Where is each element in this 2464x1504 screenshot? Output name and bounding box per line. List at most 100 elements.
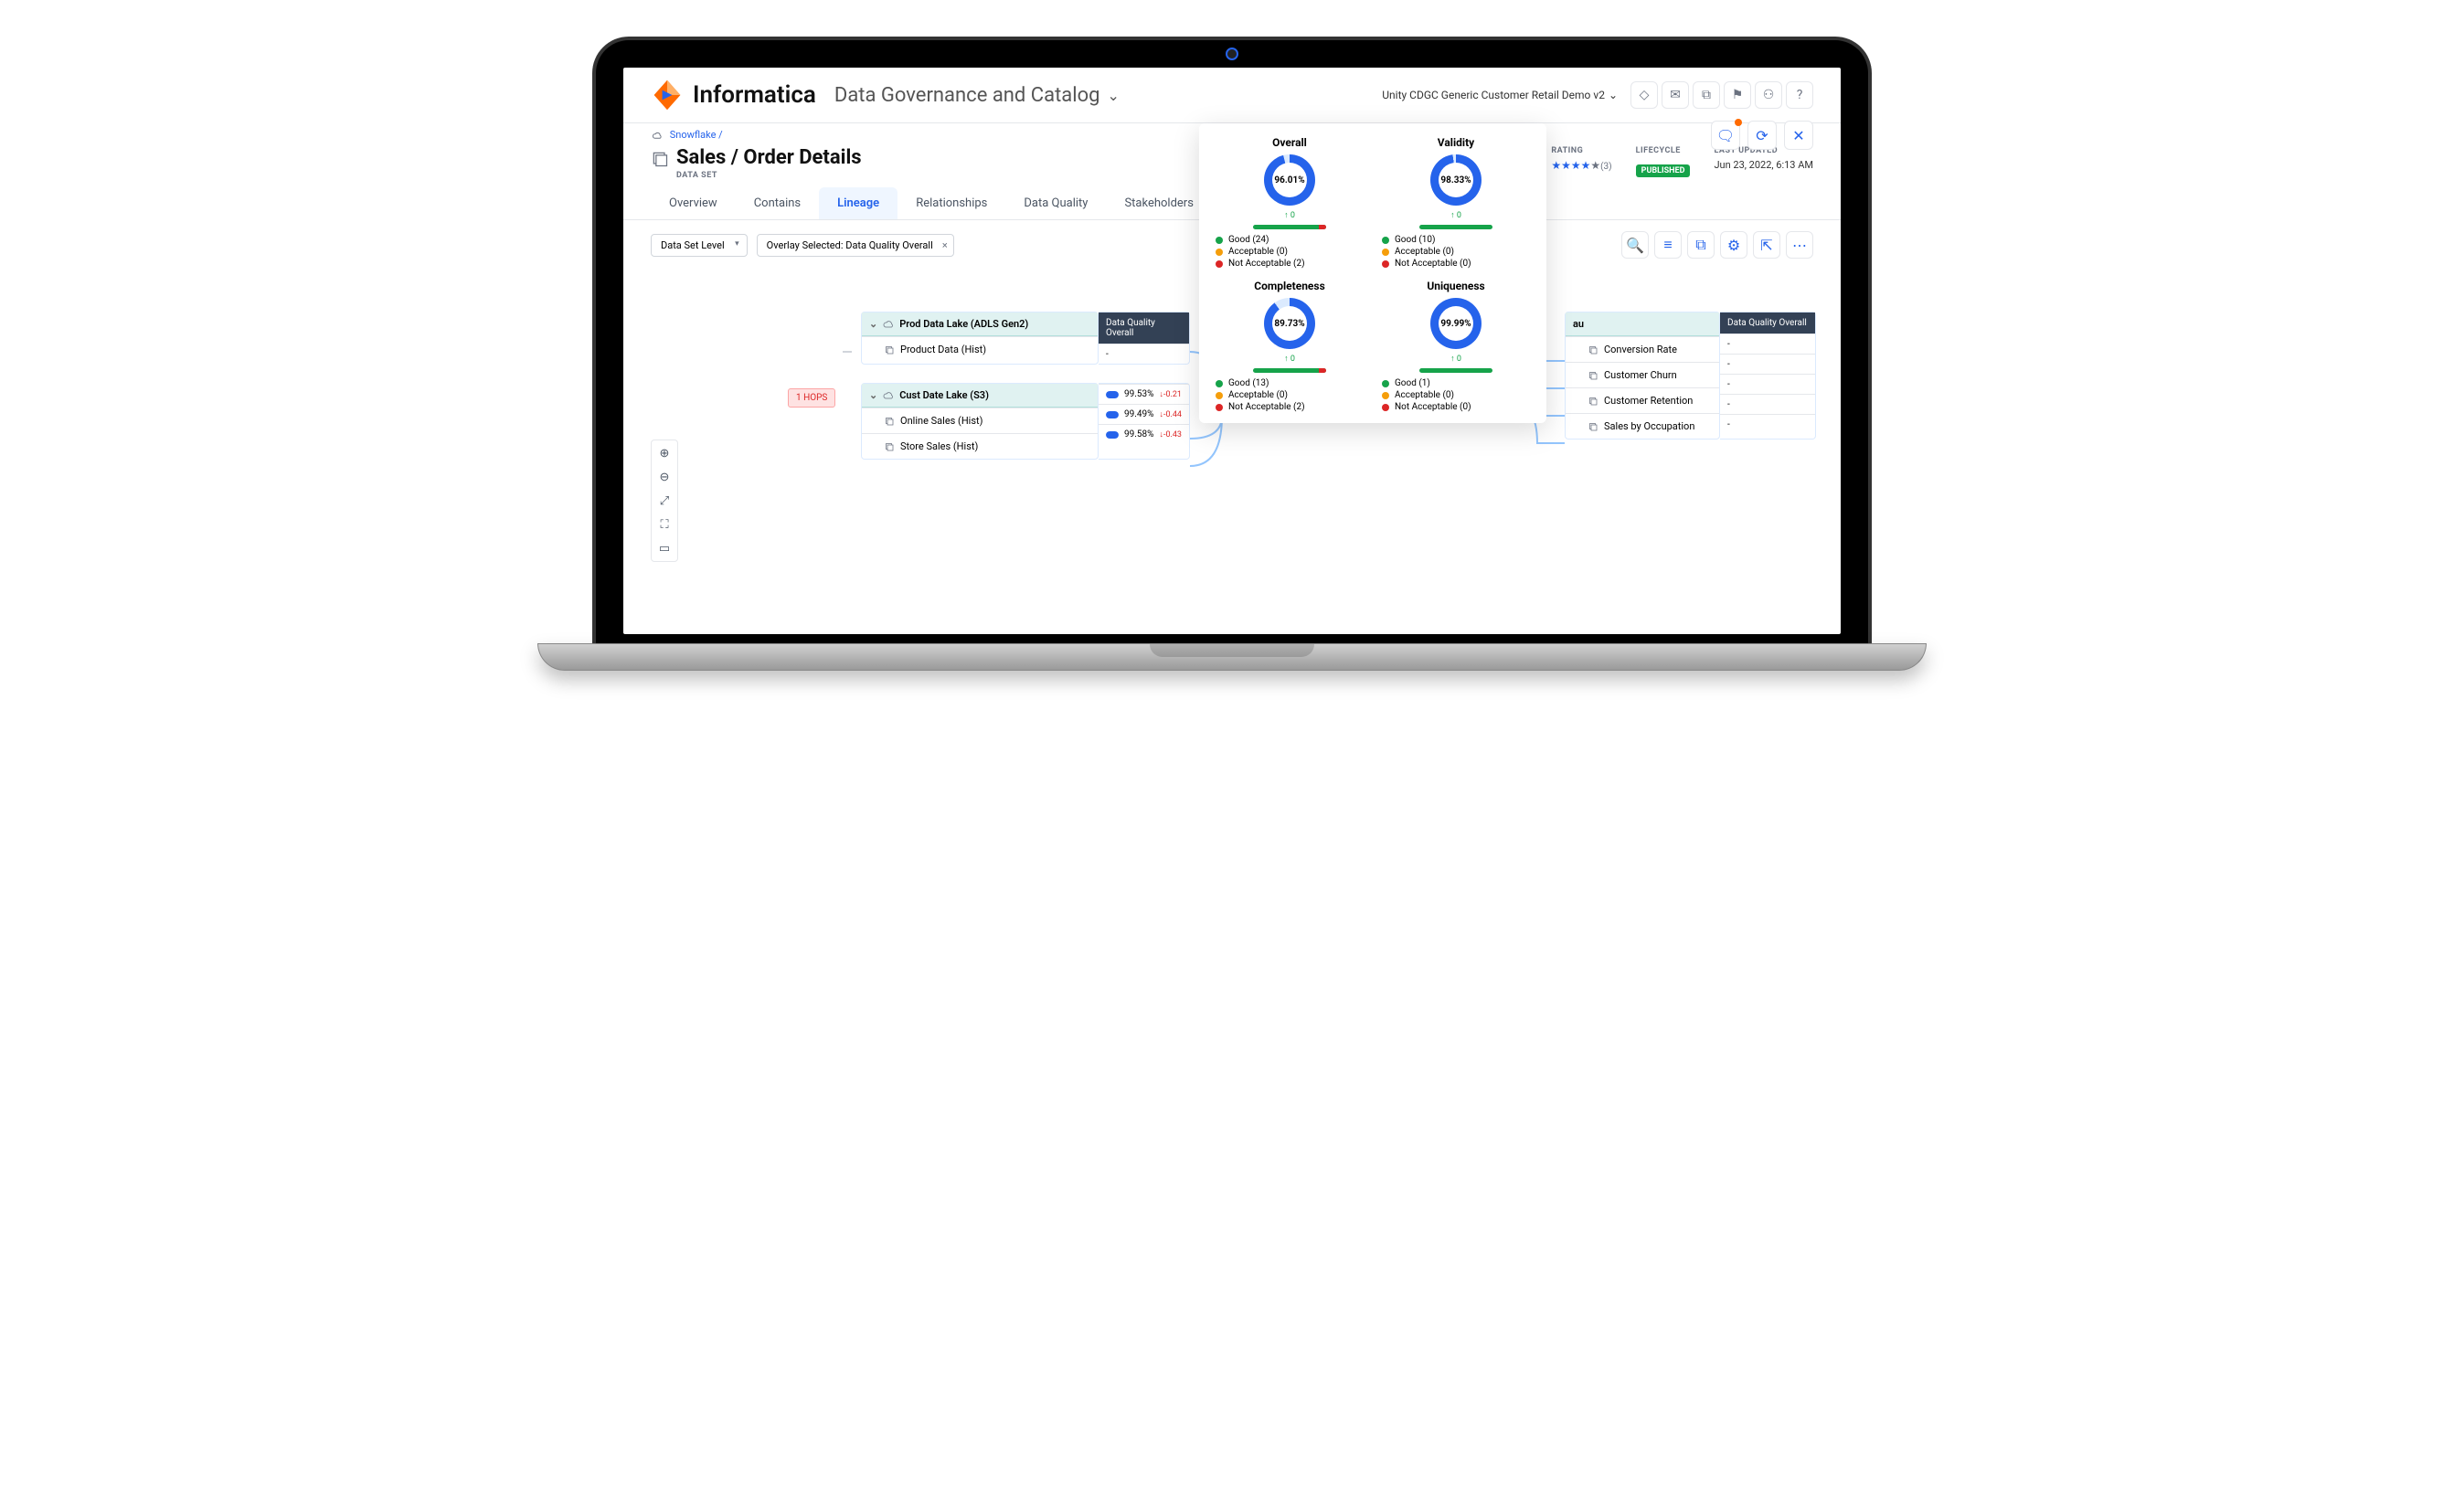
close-button[interactable]: ✕ bbox=[1784, 121, 1813, 150]
metric-bar bbox=[1419, 368, 1492, 373]
dq-metric-overall: Overall 96.01% ↑ 0 Good (24)Acceptable (0)N… bbox=[1216, 136, 1364, 270]
lineage-canvas[interactable]: 1 HOPS ⌄ Prod Data Lake (ADLS Gen2) bbox=[623, 270, 1841, 562]
minimap-button[interactable]: ▭ bbox=[653, 537, 675, 559]
dq-column-header: Data Quality Overall bbox=[1099, 312, 1189, 344]
laptop-base bbox=[537, 643, 1927, 671]
dq-cell: - bbox=[1720, 414, 1815, 434]
dq-metric-validity: Validity98.33%↑ 0Good (10)Acceptable (0)… bbox=[1382, 136, 1530, 270]
tab-overview[interactable]: Overview bbox=[651, 187, 736, 219]
tab-relationships[interactable]: Relationships bbox=[897, 187, 1005, 219]
dataset-icon bbox=[884, 344, 895, 355]
metric-legend: Good (24)Acceptable (0)Not Acceptable (2… bbox=[1216, 235, 1364, 269]
zoom-controls: ⊕ ⊖ ⤢ ⛶ ▭ bbox=[651, 440, 678, 562]
lineage-node[interactable]: Online Sales (Hist) bbox=[862, 408, 1098, 433]
dq-cell: - bbox=[1720, 394, 1815, 414]
cloud-icon bbox=[883, 319, 894, 330]
context-selector[interactable]: Unity CDGC Generic Customer Retail Demo … bbox=[1382, 89, 1618, 101]
refresh-button[interactable]: ⟳ bbox=[1747, 121, 1777, 150]
metric-trend: ↑ 0 bbox=[1216, 210, 1364, 220]
copy-icon[interactable]: ⧉ bbox=[1693, 81, 1720, 109]
metric-legend: Good (10)Acceptable (0)Not Acceptable (0… bbox=[1382, 235, 1530, 269]
user-icon[interactable]: ⚇ bbox=[1755, 81, 1782, 109]
asset-type-label: DATA SET bbox=[676, 171, 862, 180]
data-quality-popover: Overall 96.01% ↑ 0 Good (24)Acceptable (0)N… bbox=[1199, 123, 1546, 423]
last-updated-block: LAST UPDATED Jun 23, 2022, 6:13 AM bbox=[1714, 146, 1813, 171]
help-icon[interactable]: ? bbox=[1786, 81, 1813, 109]
lineage-node[interactable]: Store Sales (Hist) bbox=[862, 433, 1098, 459]
fullscreen-button[interactable]: ⛶ bbox=[653, 514, 675, 535]
cloud-icon bbox=[883, 390, 894, 401]
group-header[interactable]: au bbox=[1566, 312, 1719, 336]
lineage-group-tableau: au Conversion Rate Customer Churn Custom… bbox=[1565, 312, 1816, 449]
dataset-icon bbox=[651, 150, 669, 168]
metric-title: Completeness bbox=[1216, 280, 1364, 292]
laptop-camera bbox=[1226, 48, 1238, 60]
group-header[interactable]: ⌄ Cust Date Lake (S3) bbox=[862, 384, 1098, 408]
comments-button[interactable]: 🗨 bbox=[1711, 121, 1740, 150]
overlay-chip[interactable]: Overlay Selected: Data Quality Overall× bbox=[757, 234, 954, 257]
dataset-icon bbox=[1588, 421, 1598, 432]
tab-lineage[interactable]: Lineage bbox=[819, 187, 897, 219]
settings-button[interactable]: ⚙ bbox=[1720, 231, 1747, 259]
module-switcher[interactable]: ⌄ bbox=[1108, 87, 1120, 104]
zoom-in-button[interactable]: ⊕ bbox=[653, 442, 675, 464]
tab-stakeholders[interactable]: Stakeholders bbox=[1106, 187, 1211, 219]
metric-title: Overall bbox=[1216, 136, 1364, 149]
export-button[interactable]: ⇱ bbox=[1753, 231, 1780, 259]
lineage-node[interactable]: Product Data (Hist) bbox=[862, 336, 1098, 362]
metric-bar bbox=[1253, 225, 1326, 229]
lineage-node[interactable]: Sales by Occupation bbox=[1566, 413, 1719, 439]
tab-data-quality[interactable]: Data Quality bbox=[1005, 187, 1106, 219]
brand-logo[interactable]: Informatica bbox=[651, 79, 816, 111]
dataset-icon bbox=[1588, 370, 1598, 381]
hops-badge[interactable]: 1 HOPS bbox=[788, 388, 835, 408]
compare-button[interactable]: ⧉ bbox=[1687, 231, 1715, 259]
metric-title: Validity bbox=[1382, 136, 1530, 149]
top-bar: Informatica Data Governance and Catalog … bbox=[623, 68, 1841, 123]
lifecycle-badge: PUBLISHED bbox=[1636, 164, 1691, 177]
lineage-node[interactable]: Conversion Rate bbox=[1566, 336, 1719, 362]
flag-icon[interactable]: ⚑ bbox=[1724, 81, 1751, 109]
dq-column-header: Data Quality Overall bbox=[1720, 312, 1815, 334]
dq-cell: 99.58% ↓-0.43 bbox=[1099, 424, 1189, 444]
inbox-icon[interactable]: ✉ bbox=[1662, 81, 1689, 109]
donut-chart: 96.01% bbox=[1264, 154, 1315, 206]
metric-trend: ↑ 0 bbox=[1382, 354, 1530, 364]
lineage-node[interactable]: Customer Churn bbox=[1566, 362, 1719, 387]
donut-chart: 99.99% bbox=[1430, 298, 1482, 349]
metric-legend: Good (13)Acceptable (0)Not Acceptable (2… bbox=[1216, 378, 1364, 412]
tag-icon[interactable]: ◇ bbox=[1630, 81, 1658, 109]
lineage-node[interactable]: Customer Retention bbox=[1566, 387, 1719, 413]
dq-cell: - bbox=[1720, 354, 1815, 374]
metric-legend: Good (1)Acceptable (0)Not Acceptable (0) bbox=[1382, 378, 1530, 412]
brand-name: Informatica bbox=[693, 81, 816, 109]
informatica-logo-icon bbox=[651, 79, 684, 111]
tab-contains[interactable]: Contains bbox=[736, 187, 819, 219]
zoom-out-button[interactable]: ⊖ bbox=[653, 466, 675, 488]
module-name: Data Governance and Catalog bbox=[834, 84, 1100, 107]
rating-stars[interactable]: ★★★★★(3) bbox=[1551, 159, 1611, 172]
more-button[interactable]: ⋯ bbox=[1786, 231, 1813, 259]
filter-button[interactable]: ≡ bbox=[1654, 231, 1682, 259]
rating-block: RATING ★★★★★(3) bbox=[1551, 146, 1611, 172]
dataset-icon bbox=[884, 441, 895, 452]
dq-cell: - bbox=[1720, 374, 1815, 394]
fit-button[interactable]: ⤢ bbox=[653, 490, 675, 512]
lineage-group-prod-data-lake: ⌄ Prod Data Lake (ADLS Gen2) Product Dat… bbox=[861, 312, 1190, 374]
level-select[interactable]: Data Set Level bbox=[651, 234, 748, 257]
dataset-icon bbox=[884, 416, 895, 427]
page-title: Sales / Order Details bbox=[676, 146, 862, 169]
dq-cell: 99.49% ↓-0.44 bbox=[1099, 404, 1189, 424]
group-header[interactable]: ⌄ Prod Data Lake (ADLS Gen2) bbox=[862, 312, 1098, 336]
lifecycle-block: LIFECYCLE PUBLISHED bbox=[1636, 146, 1691, 176]
dataset-icon bbox=[1588, 396, 1598, 407]
cloud-icon bbox=[651, 131, 664, 141]
metric-trend: ↑ 0 bbox=[1382, 210, 1530, 220]
metric-title: Uniqueness bbox=[1382, 280, 1530, 292]
remove-overlay-icon[interactable]: × bbox=[942, 239, 948, 251]
metric-bar bbox=[1419, 225, 1492, 229]
donut-chart: 89.73% bbox=[1264, 298, 1315, 349]
search-button[interactable]: 🔍 bbox=[1621, 231, 1649, 259]
dq-metric-completeness: Completeness89.73%↑ 0Good (13)Acceptable… bbox=[1216, 280, 1364, 414]
dq-cell: - bbox=[1720, 334, 1815, 354]
